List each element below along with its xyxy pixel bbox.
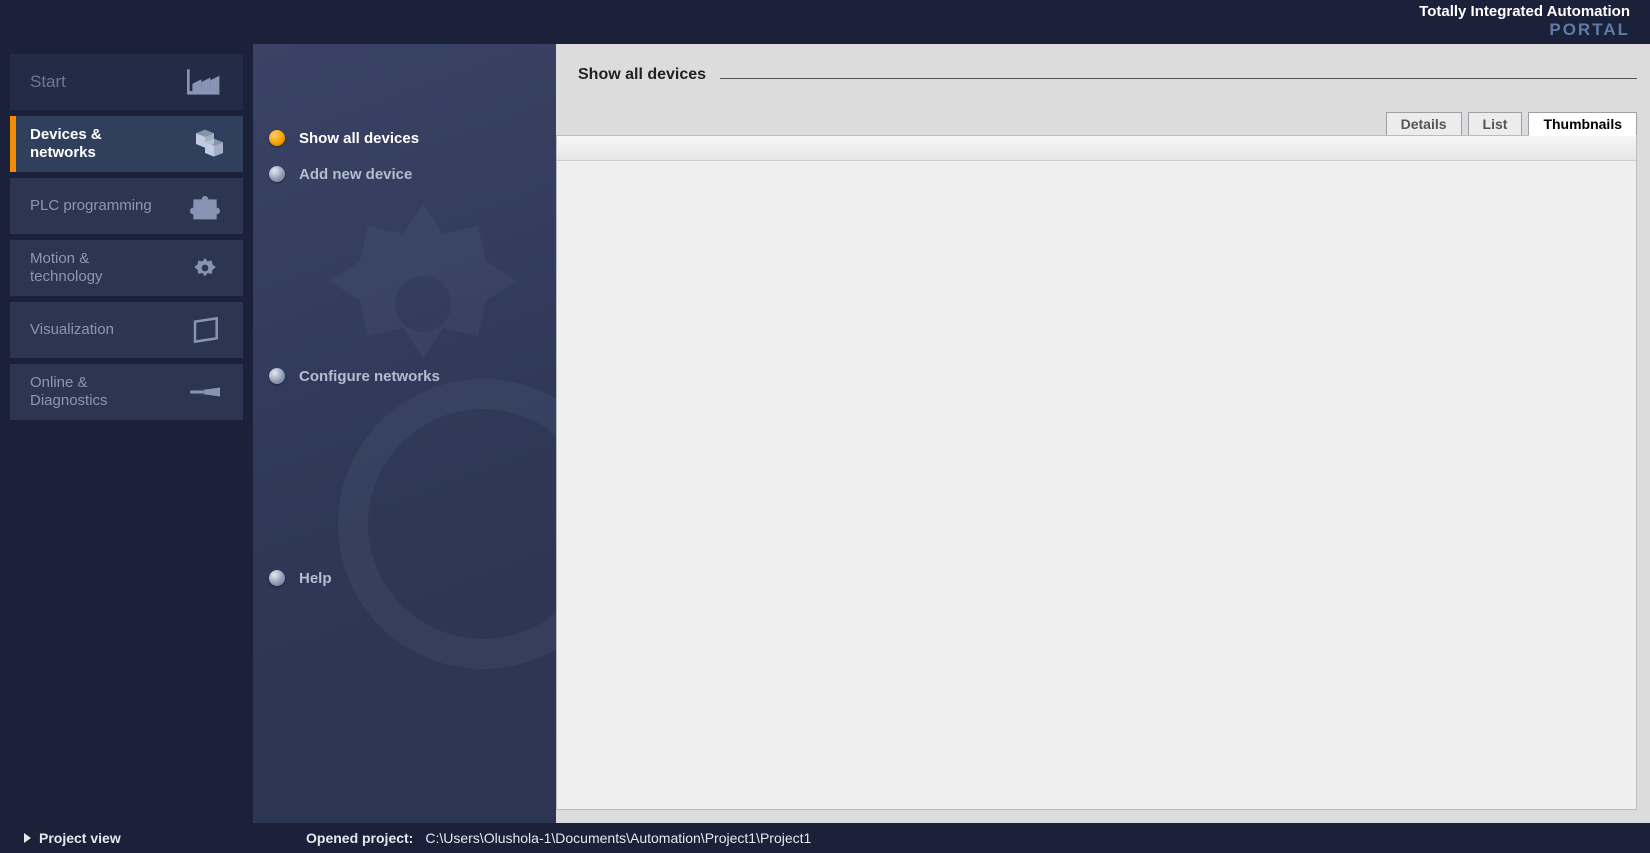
tab-thumbnails-label: Thumbnails — [1543, 116, 1622, 132]
action-help[interactable]: Help — [269, 560, 556, 596]
nav-online-diagnostics[interactable]: Online & Diagnostics — [10, 364, 243, 420]
nav-motion-label: Motion & technology — [30, 250, 165, 286]
tab-list-label: List — [1483, 116, 1508, 132]
branding-title: Totally Integrated Automation — [1419, 4, 1630, 21]
device-canvas[interactable] — [556, 135, 1637, 810]
nav-start[interactable]: Start — [10, 54, 243, 110]
bullet-icon — [269, 570, 285, 586]
action-help-label: Help — [299, 570, 332, 587]
nav-plc-label: PLC programming — [30, 197, 152, 215]
view-tabs: Details List Thumbnails — [1386, 112, 1637, 136]
bullet-icon — [269, 166, 285, 182]
footer: Project view Opened project: C:\Users\Ol… — [0, 823, 1650, 853]
nav-motion-technology[interactable]: Motion & technology — [10, 240, 243, 296]
content-header: Show all devices — [556, 44, 1637, 88]
branding: Totally Integrated Automation PORTAL — [1419, 4, 1630, 39]
bullet-icon — [269, 368, 285, 384]
tab-thumbnails[interactable]: Thumbnails — [1528, 112, 1637, 136]
actions-panel: Show all devices Add new device Configur… — [253, 44, 556, 823]
puzzle-icon — [181, 186, 229, 226]
cubes-icon — [181, 124, 229, 164]
content-title-rule — [720, 78, 1637, 79]
nav-start-label: Start — [30, 72, 66, 92]
action-add-new-device-label: Add new device — [299, 166, 412, 183]
project-view-toggle[interactable]: Project view — [24, 830, 256, 846]
screwdriver-icon — [181, 372, 229, 412]
bullet-icon — [269, 130, 285, 146]
triangle-right-icon — [24, 833, 31, 843]
action-configure-networks-label: Configure networks — [299, 368, 440, 385]
screen-icon — [181, 310, 229, 350]
status-path: C:\Users\Olushola-1\Documents\Automation… — [425, 830, 811, 846]
nav-plc-programming[interactable]: PLC programming — [10, 178, 243, 234]
gear-icon — [181, 248, 229, 288]
status-bar: Opened project: C:\Users\Olushola-1\Docu… — [256, 830, 811, 846]
nav-visualization[interactable]: Visualization — [10, 302, 243, 358]
tab-details-label: Details — [1401, 116, 1447, 132]
action-add-new-device[interactable]: Add new device — [269, 156, 556, 192]
primary-nav: Start Devices & networks — [0, 44, 253, 823]
content-area: Show all devices Details List Thumbnails — [556, 44, 1650, 823]
action-show-all-devices-label: Show all devices — [299, 130, 419, 147]
action-show-all-devices[interactable]: Show all devices — [269, 120, 556, 156]
factory-icon — [181, 62, 229, 102]
nav-diagnostics-label: Online & Diagnostics — [30, 374, 165, 410]
status-label: Opened project: — [306, 830, 413, 846]
content-title: Show all devices — [578, 66, 706, 84]
nav-visualization-label: Visualization — [30, 321, 114, 339]
project-view-label: Project view — [39, 830, 121, 846]
header: Totally Integrated Automation PORTAL — [0, 0, 1650, 44]
nav-devices-networks[interactable]: Devices & networks — [10, 116, 243, 172]
view-tabs-row: Details List Thumbnails — [556, 88, 1637, 136]
tab-list[interactable]: List — [1468, 112, 1523, 136]
action-configure-networks[interactable]: Configure networks — [269, 358, 556, 394]
action-list: Show all devices Add new device Configur… — [253, 44, 556, 596]
nav-devices-networks-label: Devices & networks — [30, 126, 165, 162]
branding-portal: PORTAL — [1419, 21, 1630, 40]
tab-details[interactable]: Details — [1386, 112, 1462, 136]
